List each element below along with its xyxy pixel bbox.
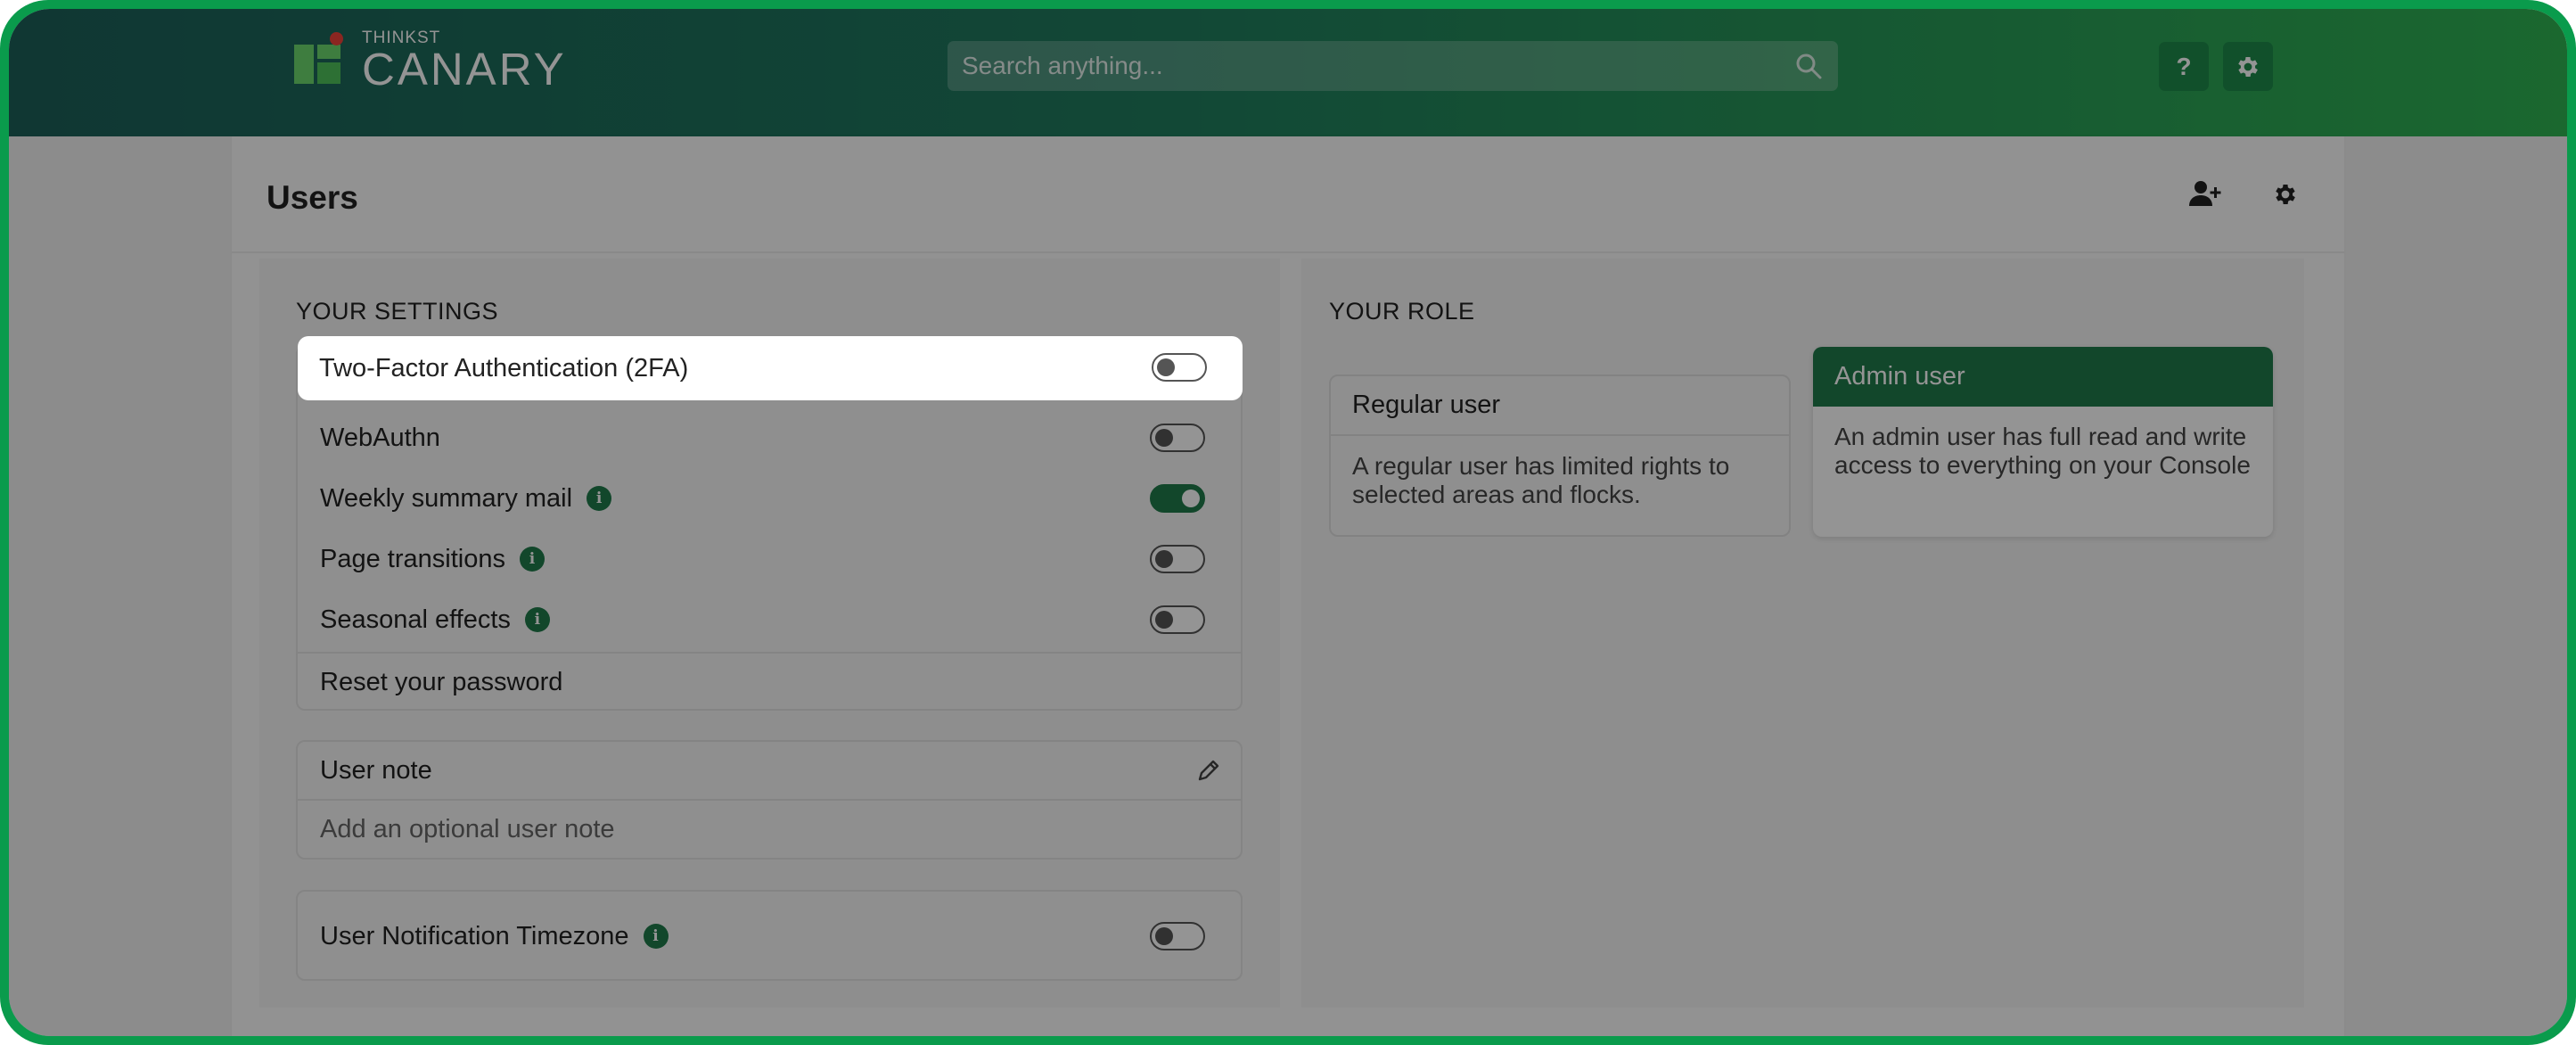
toggle-timezone[interactable] — [1150, 922, 1205, 950]
app-screen: THINKST CANARY ? — [9, 9, 2567, 1036]
info-icon[interactable]: i — [587, 486, 612, 511]
setting-label: Page transitions — [320, 544, 505, 573]
settings-section-label: YOUR SETTINGS — [296, 298, 499, 325]
logo-big-text: CANARY — [362, 44, 567, 95]
user-settings-button[interactable] — [2266, 175, 2305, 214]
search-icon[interactable] — [1793, 51, 1824, 81]
info-icon[interactable]: i — [519, 547, 545, 572]
setting-seasonal-effects: Seasonal effects i — [298, 589, 1241, 650]
role-description: An admin user has full read and write ac… — [1834, 423, 2251, 479]
user-note-box: User note Add an optional user note — [296, 740, 1243, 860]
setting-weekly-summary: Weekly summary mail i — [298, 468, 1241, 529]
setting-label: Two-Factor Authentication (2FA) — [319, 353, 689, 383]
role-section-label: YOUR ROLE — [1329, 298, 1475, 325]
info-icon[interactable]: i — [643, 924, 669, 949]
logo-wordmark: THINKST CANARY — [362, 25, 567, 95]
highlighted-2fa-row[interactable]: Two-Factor Authentication (2FA) — [298, 336, 1243, 400]
setting-label: User Notification Timezone — [320, 921, 629, 950]
add-user-icon — [2189, 181, 2221, 206]
setting-page-transitions: Page transitions i — [298, 529, 1241, 589]
reset-password-link[interactable]: Reset your password — [298, 654, 1241, 711]
toggle-page-transitions[interactable] — [1150, 545, 1205, 573]
page-title: Users — [267, 179, 358, 216]
top-bar: THINKST CANARY ? — [9, 9, 2567, 136]
setting-label: Weekly summary mail — [320, 483, 573, 513]
user-note-header: User note — [298, 742, 1241, 799]
setting-label: WebAuthn — [320, 423, 440, 452]
gear-icon — [2238, 56, 2258, 77]
card-header: Users — [232, 136, 2344, 253]
users-card: Users YOUR SETTINGS WebAuthn Weekly summ… — [232, 136, 2344, 1036]
toggle-seasonal-effects[interactable] — [1150, 605, 1205, 634]
toggle-webauthn[interactable] — [1150, 424, 1205, 452]
search-input[interactable] — [962, 41, 1793, 91]
setting-label: Seasonal effects — [320, 605, 511, 634]
gear-icon — [2276, 185, 2295, 204]
user-note-placeholder: Add an optional user note — [320, 814, 615, 843]
add-user-button[interactable] — [2186, 175, 2225, 214]
help-button[interactable]: ? — [2159, 42, 2209, 91]
user-note-input[interactable]: Add an optional user note — [298, 801, 1241, 858]
search-bar[interactable] — [948, 41, 1838, 91]
settings-button[interactable] — [2223, 42, 2273, 91]
info-icon[interactable]: i — [524, 607, 550, 632]
role-card-regular[interactable]: Regular user A regular user has limited … — [1329, 374, 1791, 537]
canary-logo-icon — [294, 32, 344, 84]
role-card-admin[interactable]: Admin user An admin user has full read a… — [1813, 347, 2273, 537]
device-frame: THINKST CANARY ? — [0, 0, 2576, 1045]
setting-timezone: User Notification Timezone i — [298, 906, 1241, 967]
toggle-2fa-highlighted[interactable] — [1152, 353, 1207, 382]
toggle-weekly-summary[interactable] — [1150, 484, 1205, 513]
role-title: Regular user — [1331, 376, 1789, 436]
pencil-icon[interactable] — [1196, 758, 1221, 783]
canary-logo[interactable]: THINKST CANARY — [294, 25, 567, 92]
role-description: A regular user has limited rights to sel… — [1352, 452, 1730, 508]
user-note-title: User note — [320, 755, 432, 785]
setting-webauthn: WebAuthn — [298, 407, 1241, 468]
help-icon: ? — [2176, 52, 2192, 80]
reset-password-label: Reset your password — [320, 667, 563, 696]
role-title: Admin user — [1813, 347, 2273, 407]
timezone-box: User Notification Timezone i — [296, 890, 1243, 981]
